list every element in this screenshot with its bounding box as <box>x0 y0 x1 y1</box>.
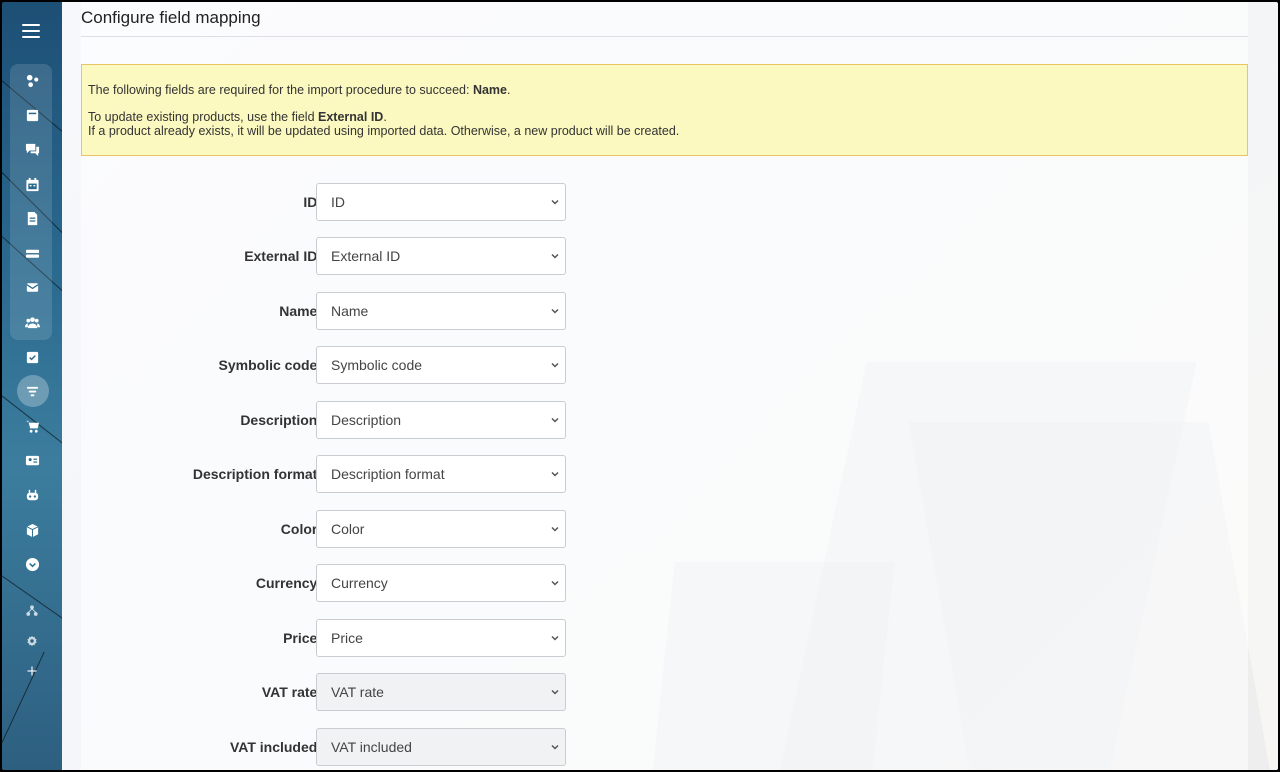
field-label: VAT included: <box>229 739 322 755</box>
app-window: Configure field mapping The following fi… <box>2 2 1278 770</box>
field-select-price[interactable]: Price <box>316 619 566 657</box>
field-row-vat-included: VAT included: VAT included <box>81 728 581 766</box>
crm-filter-icon[interactable] <box>14 375 50 407</box>
notice-required-line: The following fields are required for th… <box>88 83 511 97</box>
calendar-icon[interactable] <box>14 169 50 199</box>
field-select-vat-rate[interactable]: VAT rate <box>316 673 566 711</box>
chevron-down-icon <box>551 470 559 478</box>
field-select-external-id[interactable]: External ID <box>316 237 566 275</box>
menu-icon[interactable] <box>22 24 40 38</box>
chevron-down-icon <box>551 688 559 696</box>
field-label: Currency: <box>255 575 322 591</box>
add-icon[interactable] <box>14 656 50 686</box>
chat-icon[interactable] <box>14 134 50 164</box>
field-row-vat-rate: VAT rate: VAT rate <box>81 673 581 711</box>
content-panel: Configure field mapping The following fi… <box>81 2 1248 770</box>
title-divider <box>81 36 1248 37</box>
storage-icon[interactable] <box>14 238 50 268</box>
field-label: Description format: <box>192 466 322 482</box>
notice-update-line: To update existing products, use the fie… <box>88 110 387 124</box>
mail-icon[interactable] <box>14 272 50 302</box>
chevron-down-icon <box>551 252 559 260</box>
field-row-symbolic-code: Symbolic code: Symbolic code <box>81 346 581 384</box>
feed-icon[interactable] <box>14 100 50 130</box>
field-row-color: Color: Color <box>81 510 581 548</box>
document-icon[interactable] <box>14 203 50 233</box>
field-select-vat-included[interactable]: VAT included <box>316 728 566 766</box>
cart-icon[interactable] <box>14 411 50 441</box>
chevron-down-icon <box>551 634 559 642</box>
box-icon[interactable] <box>14 515 50 545</box>
field-row-description: Description: Description <box>81 401 581 439</box>
sites-icon[interactable] <box>14 65 50 95</box>
chevron-down-icon <box>551 361 559 369</box>
group-icon[interactable] <box>14 307 50 337</box>
field-label: Symbolic code: <box>218 357 322 373</box>
field-select-description[interactable]: Description <box>316 401 566 439</box>
chevron-down-icon <box>551 525 559 533</box>
scrollbar[interactable] <box>1250 2 1278 770</box>
field-label: VAT rate: <box>261 684 322 700</box>
field-row-id: ID: ID <box>81 183 581 221</box>
chevron-down-icon <box>551 307 559 315</box>
field-row-external-id: External ID: External ID <box>81 237 581 275</box>
structure-icon[interactable] <box>14 596 50 626</box>
settings-icon[interactable] <box>14 626 50 656</box>
field-row-description-format: Description format: Description format <box>81 455 581 493</box>
left-sidebar <box>2 2 62 770</box>
page-title: Configure field mapping <box>81 8 261 27</box>
more-icon[interactable] <box>14 549 50 579</box>
field-row-name: Name: Name <box>81 292 581 330</box>
field-row-currency: Currency: Currency <box>81 564 581 602</box>
robot-icon[interactable] <box>14 480 50 510</box>
field-row-price: Price: Price <box>81 619 581 657</box>
tasks-icon[interactable] <box>14 342 50 372</box>
required-fields-notice: The following fields are required for th… <box>81 64 1248 156</box>
field-label: Description: <box>240 412 322 428</box>
field-select-currency[interactable]: Currency <box>316 564 566 602</box>
contact-card-icon[interactable] <box>14 445 50 475</box>
chevron-down-icon <box>551 579 559 587</box>
chevron-down-icon <box>551 198 559 206</box>
field-select-id[interactable]: ID <box>316 183 566 221</box>
field-select-name[interactable]: Name <box>316 292 566 330</box>
field-select-description-format[interactable]: Description format <box>316 455 566 493</box>
main-area: Configure field mapping The following fi… <box>62 2 1278 770</box>
notice-exists-line: If a product already exists, it will be … <box>88 124 680 138</box>
field-select-color[interactable]: Color <box>316 510 566 548</box>
chevron-down-icon <box>551 743 559 751</box>
field-label: External ID: <box>244 248 322 264</box>
chevron-down-icon <box>551 416 559 424</box>
field-select-symbolic-code[interactable]: Symbolic code <box>316 346 566 384</box>
